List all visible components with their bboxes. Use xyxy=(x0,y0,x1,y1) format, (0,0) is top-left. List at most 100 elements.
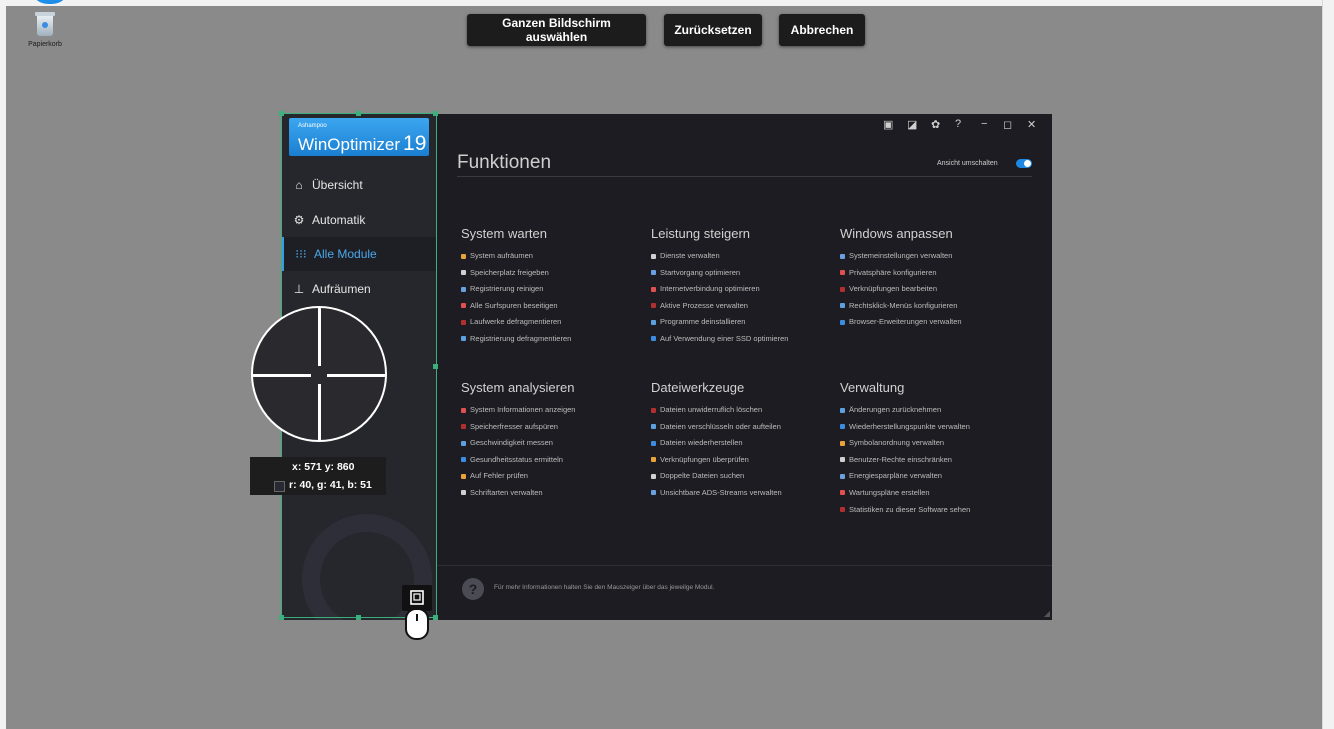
module-link-label: Laufwerke defragmentieren xyxy=(470,317,562,327)
module-link-label: Wiederherstellungspunkte verwalten xyxy=(849,421,970,431)
module-link-label: Startvorgang optimieren xyxy=(660,267,741,277)
module-link[interactable]: Programme deinstallieren xyxy=(651,314,841,331)
module-link[interactable]: System aufräumen xyxy=(461,248,651,265)
view-toggle[interactable] xyxy=(1016,159,1032,168)
help-icon: ? xyxy=(462,578,484,600)
module-link[interactable]: Wartungspläne erstellen xyxy=(840,485,1030,502)
close-icon[interactable]: ✕ xyxy=(1027,118,1036,131)
minimize-icon[interactable]: − xyxy=(981,118,987,130)
module-link-label: Dateien unwiderruflich löschen xyxy=(660,405,763,414)
module-link[interactable]: Systemeinstellungen verwalten xyxy=(840,248,1030,265)
module-link-label: Verknüpfungen bearbeiten xyxy=(849,284,937,294)
module-icon xyxy=(461,457,466,463)
module-link-label: Auf Verwendung einer SSD optimieren xyxy=(660,333,789,343)
cancel-button[interactable]: Abbrechen xyxy=(779,14,865,46)
selection-handle[interactable] xyxy=(433,615,438,620)
module-group-title: Dateiwerkzeuge xyxy=(651,380,745,395)
reset-button[interactable]: Zurücksetzen xyxy=(664,14,762,46)
module-link-label: Gesundheitsstatus ermitteln xyxy=(470,454,563,464)
module-icon xyxy=(651,424,656,430)
module-link-label: Statistiken zu dieser Software sehen xyxy=(849,504,971,514)
module-link[interactable]: Browser-Erweiterungen verwalten xyxy=(840,314,1030,331)
module-icon xyxy=(461,490,466,496)
module-link[interactable]: Benutzer-Rechte einschränken xyxy=(840,452,1030,469)
color-swatch xyxy=(274,481,285,492)
module-link-label: Doppelte Dateien suchen xyxy=(660,471,745,481)
module-link[interactable]: Registrierung reinigen xyxy=(461,281,651,298)
select-fullscreen-button[interactable]: Ganzen Bildschirm auswählen xyxy=(467,14,646,46)
module-link-label: Auf Fehler prüfen xyxy=(470,471,528,481)
module-link[interactable]: Alle Surfspuren beseitigen xyxy=(461,298,651,315)
resize-grip-icon[interactable]: ◢ xyxy=(1044,609,1050,618)
recycle-bin[interactable]: Papierkorb xyxy=(22,12,68,48)
toggle-knob xyxy=(1024,160,1031,167)
module-link[interactable]: Laufwerke defragmentieren xyxy=(461,314,651,331)
module-link[interactable]: Symbolanordnung verwalten xyxy=(840,435,1030,452)
module-group: System warten System aufräumen Speicherpla… xyxy=(461,226,651,348)
crosshair-line xyxy=(318,308,321,366)
module-link-label: Schriftarten verwalten xyxy=(470,487,543,497)
selection-handle[interactable] xyxy=(356,111,361,116)
module-link[interactable]: Gesundheitsstatus ermitteln xyxy=(461,452,651,469)
module-link-label: Rechtsklick-Menüs konfigurieren xyxy=(849,300,958,310)
module-link[interactable]: Schriftarten verwalten xyxy=(461,485,651,502)
gear-icon[interactable]: ✿ xyxy=(931,118,940,131)
note-icon[interactable]: ◪ xyxy=(907,118,917,131)
module-link-label: Registrierung defragmentieren xyxy=(470,333,572,343)
selection-handle[interactable] xyxy=(433,111,438,116)
module-link[interactable]: Energiesparpläne verwalten xyxy=(840,468,1030,485)
cursor-rgb: r: 40, g: 41, b: 51 xyxy=(289,479,372,491)
module-link[interactable]: Auf Fehler prüfen xyxy=(461,468,651,485)
module-link[interactable]: Wiederherstellungspunkte verwalten xyxy=(840,419,1030,436)
module-icon xyxy=(840,457,845,463)
module-icon xyxy=(840,424,845,430)
help-icon[interactable]: ? xyxy=(955,118,961,130)
module-link[interactable]: Verknüpfungen überprüfen xyxy=(651,452,841,469)
recycle-bin-icon xyxy=(33,12,57,38)
module-link[interactable]: System Informationen anzeigen xyxy=(461,402,651,419)
module-link[interactable]: Dienste verwalten xyxy=(651,248,841,265)
module-link[interactable]: Auf Verwendung einer SSD optimieren xyxy=(651,331,841,348)
module-icon xyxy=(651,319,656,325)
module-link[interactable]: Doppelte Dateien suchen xyxy=(651,468,841,485)
module-link-label: Programme deinstallieren xyxy=(660,317,746,327)
module-link[interactable]: Rechtsklick-Menüs konfigurieren xyxy=(840,298,1030,315)
module-link[interactable]: Statistiken zu dieser Software sehen xyxy=(840,502,1030,519)
module-link-label: Dienste verwalten xyxy=(660,251,720,260)
module-link[interactable]: Registrierung defragmentieren xyxy=(461,331,651,348)
module-icon xyxy=(461,424,466,430)
module-link-label: Benutzer-Rechte einschränken xyxy=(849,454,952,464)
module-icon xyxy=(651,336,656,342)
module-link-label: Registrierung reinigen xyxy=(470,284,544,294)
module-link[interactable]: Dateien wiederherstellen xyxy=(651,435,841,452)
module-icon xyxy=(461,319,466,325)
module-link[interactable]: Startvorgang optimieren xyxy=(651,265,841,282)
module-icon xyxy=(461,286,466,292)
module-link-label: System aufräumen xyxy=(470,251,533,260)
module-group-title: Verwaltung xyxy=(840,380,905,395)
module-link[interactable]: Speicherfresser aufspüren xyxy=(461,419,651,436)
module-link[interactable]: Unsichtbare ADS-Streams verwalten xyxy=(651,485,841,502)
module-link[interactable]: Änderungen zurücknehmen xyxy=(840,402,1030,419)
module-link[interactable]: Internetverbindung optimieren xyxy=(651,281,841,298)
maximize-icon[interactable]: ◻ xyxy=(1003,118,1012,131)
selection-handle[interactable] xyxy=(433,364,438,369)
selection-handle[interactable] xyxy=(279,111,284,116)
view-toggle-label: Ansicht umschalten xyxy=(937,160,998,167)
chat-icon[interactable]: ▣ xyxy=(883,118,893,131)
module-link[interactable]: Privatsphäre konfigurieren xyxy=(840,265,1030,282)
module-link[interactable]: Dateien verschlüsseln oder aufteilen xyxy=(651,419,841,436)
module-link[interactable]: Dateien unwiderruflich löschen xyxy=(651,402,841,419)
module-icon xyxy=(651,473,656,479)
module-icon xyxy=(840,440,845,446)
selection-handle[interactable] xyxy=(279,615,284,620)
module-link[interactable]: Speicherplatz freigeben xyxy=(461,265,651,282)
module-link[interactable]: Geschwindigkeit messen xyxy=(461,435,651,452)
module-link-label: Internetverbindung optimieren xyxy=(660,284,760,294)
module-link[interactable]: Verknüpfungen bearbeiten xyxy=(840,281,1030,298)
module-icon xyxy=(651,253,656,259)
selection-handle[interactable] xyxy=(356,615,361,620)
module-link[interactable]: Aktive Prozesse verwalten xyxy=(651,298,841,315)
recycle-bin-label: Papierkorb xyxy=(28,41,62,48)
module-icon xyxy=(651,303,656,309)
